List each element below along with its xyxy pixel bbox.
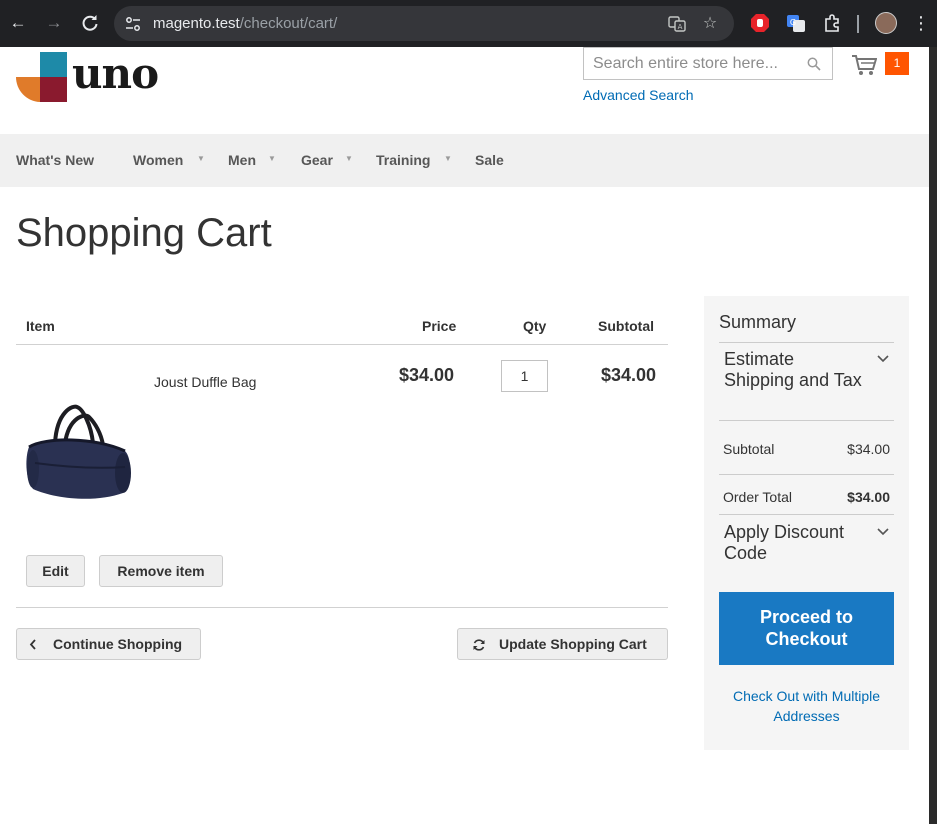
cart-count-badge[interactable]: 1 bbox=[885, 52, 909, 75]
subtotal-value: $34.00 bbox=[847, 441, 890, 457]
svg-text:G: G bbox=[790, 18, 796, 27]
google-translate-extension-icon[interactable]: G bbox=[786, 13, 806, 33]
browser-menu-icon[interactable]: ⋮ bbox=[912, 12, 930, 34]
product-image[interactable] bbox=[25, 403, 133, 501]
actions-divider bbox=[16, 607, 668, 608]
site-info-icon[interactable] bbox=[124, 15, 142, 33]
address-bar[interactable]: magento.test/checkout/cart/ A ☆ bbox=[114, 6, 734, 41]
remove-item-button[interactable]: Remove item bbox=[99, 555, 223, 587]
column-header-price: Price bbox=[422, 318, 457, 334]
bookmark-star-icon[interactable]: ☆ bbox=[700, 14, 720, 34]
page-title: Shopping Cart bbox=[16, 211, 272, 255]
browser-toolbar: ← → magento.test/checkout/cart/ A ☆ G ⋮ bbox=[0, 0, 937, 47]
search-input[interactable] bbox=[584, 48, 794, 79]
adblock-extension-icon[interactable] bbox=[750, 13, 770, 33]
profile-avatar[interactable] bbox=[875, 12, 897, 34]
subtotal-label: Subtotal bbox=[723, 441, 775, 457]
item-price: $34.00 bbox=[399, 365, 455, 385]
proceed-to-checkout-button[interactable]: Proceed to Checkout bbox=[719, 592, 894, 665]
nav-item-whats-new[interactable]: What's New bbox=[16, 152, 94, 168]
edit-item-label: Edit bbox=[42, 563, 69, 579]
refresh-icon bbox=[473, 639, 485, 651]
reload-icon[interactable] bbox=[79, 12, 101, 34]
extensions-puzzle-icon[interactable] bbox=[822, 13, 842, 33]
update-cart-button[interactable]: Update Shopping Cart bbox=[457, 628, 668, 660]
search-icon[interactable] bbox=[807, 57, 821, 71]
item-subtotal: $34.00 bbox=[601, 365, 657, 385]
translate-icon[interactable]: A bbox=[667, 14, 687, 34]
nav-item-training[interactable]: Training bbox=[376, 152, 430, 168]
multiple-addresses-link[interactable]: Check Out with Multiple Addresses bbox=[719, 686, 894, 726]
advanced-search-link[interactable]: Advanced Search bbox=[583, 87, 694, 103]
chevron-down-icon: ▼ bbox=[345, 154, 353, 163]
chevron-down-icon: ▼ bbox=[197, 154, 205, 163]
logo-text: uno bbox=[72, 49, 159, 98]
summary-divider bbox=[719, 474, 894, 475]
toolbar-divider bbox=[857, 15, 859, 33]
continue-shopping-button[interactable]: Continue Shopping bbox=[16, 628, 201, 660]
table-divider bbox=[16, 344, 668, 345]
summary-title: Summary bbox=[719, 312, 797, 332]
url-text: magento.test/checkout/cart/ bbox=[153, 15, 337, 32]
order-total-label: Order Total bbox=[723, 489, 792, 505]
edit-item-button[interactable]: Edit bbox=[26, 555, 85, 587]
chevron-down-icon[interactable] bbox=[877, 355, 889, 363]
remove-item-label: Remove item bbox=[117, 563, 205, 579]
nav-item-men[interactable]: Men bbox=[228, 152, 256, 168]
search-box[interactable] bbox=[583, 47, 833, 80]
chevron-down-icon[interactable] bbox=[877, 528, 889, 536]
back-icon[interactable]: ← bbox=[7, 12, 29, 34]
estimate-shipping-toggle[interactable]: Estimate Shipping and Tax bbox=[724, 349, 864, 391]
nav-item-sale[interactable]: Sale bbox=[475, 152, 504, 168]
column-header-qty: Qty bbox=[523, 318, 547, 334]
nav-item-gear[interactable]: Gear bbox=[301, 152, 333, 168]
product-name-link[interactable]: Joust Duffle Bag bbox=[154, 374, 256, 390]
apply-discount-toggle[interactable]: Apply Discount Code bbox=[724, 522, 869, 564]
url-path: /checkout/cart/ bbox=[239, 15, 338, 32]
order-summary: Summary Estimate Shipping and Tax Subtot… bbox=[704, 296, 909, 750]
chevron-down-icon: ▼ bbox=[268, 154, 276, 163]
order-total-value: $34.00 bbox=[847, 489, 890, 505]
page-scrollbar[interactable] bbox=[929, 47, 937, 824]
nav-item-women[interactable]: Women bbox=[133, 152, 183, 168]
chevron-left-icon bbox=[29, 639, 36, 650]
chevron-down-icon: ▼ bbox=[444, 154, 452, 163]
summary-divider bbox=[719, 514, 894, 515]
summary-divider bbox=[719, 420, 894, 421]
summary-divider bbox=[719, 342, 894, 343]
column-header-subtotal: Subtotal bbox=[598, 318, 654, 334]
svg-text:A: A bbox=[678, 23, 683, 31]
quantity-input[interactable]: 1 bbox=[501, 360, 548, 392]
forward-icon[interactable]: → bbox=[43, 12, 65, 34]
column-header-item: Item bbox=[26, 318, 55, 334]
update-cart-label: Update Shopping Cart bbox=[499, 636, 647, 652]
continue-shopping-label: Continue Shopping bbox=[53, 636, 183, 652]
cart-icon[interactable] bbox=[851, 54, 877, 76]
url-host: magento.test bbox=[153, 15, 240, 32]
main-navigation: What's New Women ▼ Men ▼ Gear ▼ Training… bbox=[0, 134, 929, 187]
